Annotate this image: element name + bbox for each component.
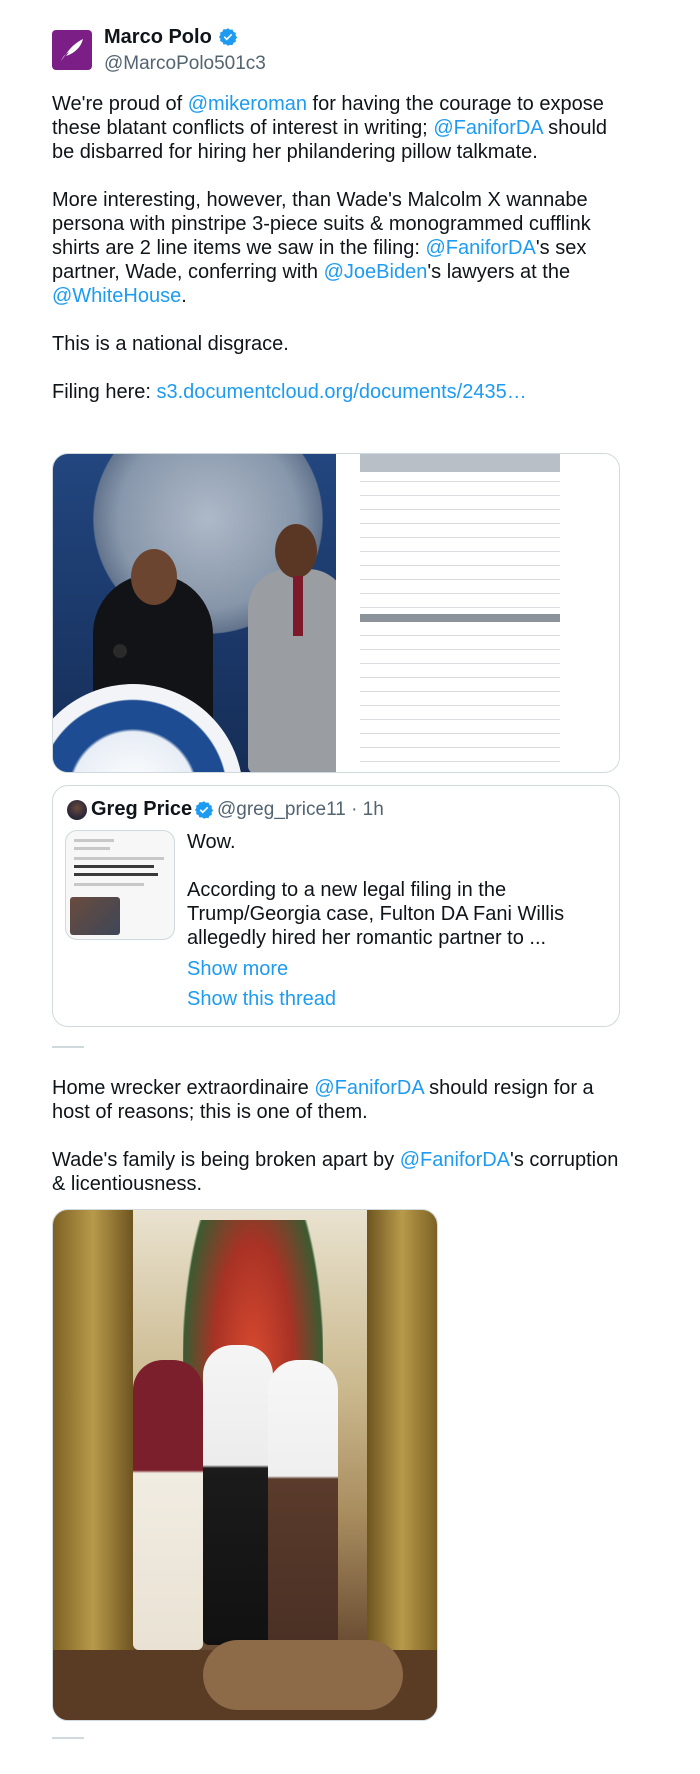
mention-link[interactable]: @mikeroman [188, 93, 307, 115]
tweet-paragraph-4: Filing here: s3.documentcloud.org/docume… [52, 380, 622, 404]
verified-badge-icon [218, 28, 237, 46]
author-handle[interactable]: @MarcoPolo501c3 [104, 53, 266, 75]
woman-head [131, 549, 177, 605]
tweet-header: Marco Polo @MarcoPolo501c3 [52, 24, 622, 76]
mention-link[interactable]: @WhiteHouse [52, 285, 181, 307]
tweet-body: We're proud of @mikeroman for having the… [52, 92, 622, 428]
mention-link[interactable]: @FaniforDA [426, 237, 536, 259]
tweet2-paragraph-1: Home wrecker extraordinaire @FaniforDA s… [52, 1076, 622, 1124]
text-segment: Home wrecker extraordinaire [52, 1077, 315, 1099]
author-name[interactable]: Marco Polo [104, 26, 212, 49]
family-photo[interactable] [52, 1209, 438, 1721]
mention-link[interactable]: @JoeBiden [324, 261, 428, 283]
text-segment: Wade's family is being broken apart by [52, 1149, 400, 1171]
press-conference-photo[interactable] [53, 454, 336, 772]
mention-link[interactable]: @FaniforDA [400, 1149, 510, 1171]
dog [203, 1640, 403, 1710]
person-right [268, 1360, 338, 1650]
invoice-table-rows [360, 454, 560, 772]
tweet-paragraph-3: This is a national disgrace. [52, 333, 289, 355]
podium-seal [53, 684, 243, 772]
invoice-table-divider [360, 614, 560, 622]
thread-connector [52, 1046, 84, 1048]
person-left [133, 1360, 203, 1650]
filing-prefix: Filing here: [52, 381, 157, 403]
invoice-table-header [360, 454, 560, 472]
text-segment: 's lawyers at the [427, 261, 571, 283]
verified-badge-icon [194, 801, 214, 819]
mention-link[interactable]: @FaniforDA [433, 117, 542, 139]
filing-link[interactable]: s3.documentcloud.org/documents/2435… [157, 381, 527, 403]
thumb-headline [74, 873, 158, 876]
avatar[interactable] [52, 30, 92, 70]
curtain-right [367, 1210, 437, 1680]
thumb-photo [70, 897, 120, 935]
thumb-headline [74, 865, 154, 868]
billing-document-image[interactable] [336, 454, 619, 772]
thumb-line [74, 839, 114, 842]
mention-link[interactable]: @FaniforDA [314, 1077, 423, 1099]
person-center [203, 1345, 273, 1645]
show-more-link[interactable]: Show more [187, 958, 288, 981]
thread-connector [52, 1737, 84, 1739]
thumb-line [74, 847, 110, 850]
tweet-media-grid[interactable] [52, 453, 620, 773]
quoted-handle-time[interactable]: @greg_price11 · 1h [217, 799, 384, 821]
man-head [275, 524, 317, 578]
quoted-article-thumbnail[interactable] [65, 830, 175, 940]
thumb-line [74, 857, 164, 860]
quoted-line-2: According to a new legal filing in the T… [187, 879, 565, 949]
tweet-body-2: Home wrecker extraordinaire @FaniforDA s… [52, 1076, 622, 1220]
quoted-text: Wow. According to a new legal filing in … [187, 830, 607, 974]
quoted-avatar[interactable] [67, 800, 87, 820]
tweet2-paragraph-2: Wade's family is being broken apart by @… [52, 1148, 622, 1196]
microphone [113, 644, 127, 658]
name-row: Marco Polo [104, 24, 238, 50]
thumb-line [74, 883, 144, 886]
red-tie [293, 576, 303, 636]
text-segment: . [181, 285, 187, 307]
quoted-tweet[interactable]: Greg Price @greg_price11 · 1h Wow. Accor… [52, 785, 620, 1027]
tweet-paragraph-2: More interesting, however, than Wade's M… [52, 188, 622, 308]
tweet-paragraph-1: We're proud of @mikeroman for having the… [52, 92, 622, 164]
curtain-left [53, 1210, 133, 1680]
quoted-line-1: Wow. [187, 831, 236, 853]
quoted-author-name[interactable]: Greg Price [91, 798, 192, 821]
text-segment: We're proud of [52, 93, 188, 115]
feather-logo-icon [61, 39, 83, 61]
show-thread-link[interactable]: Show this thread [187, 988, 336, 1011]
man-in-suit [248, 569, 336, 772]
